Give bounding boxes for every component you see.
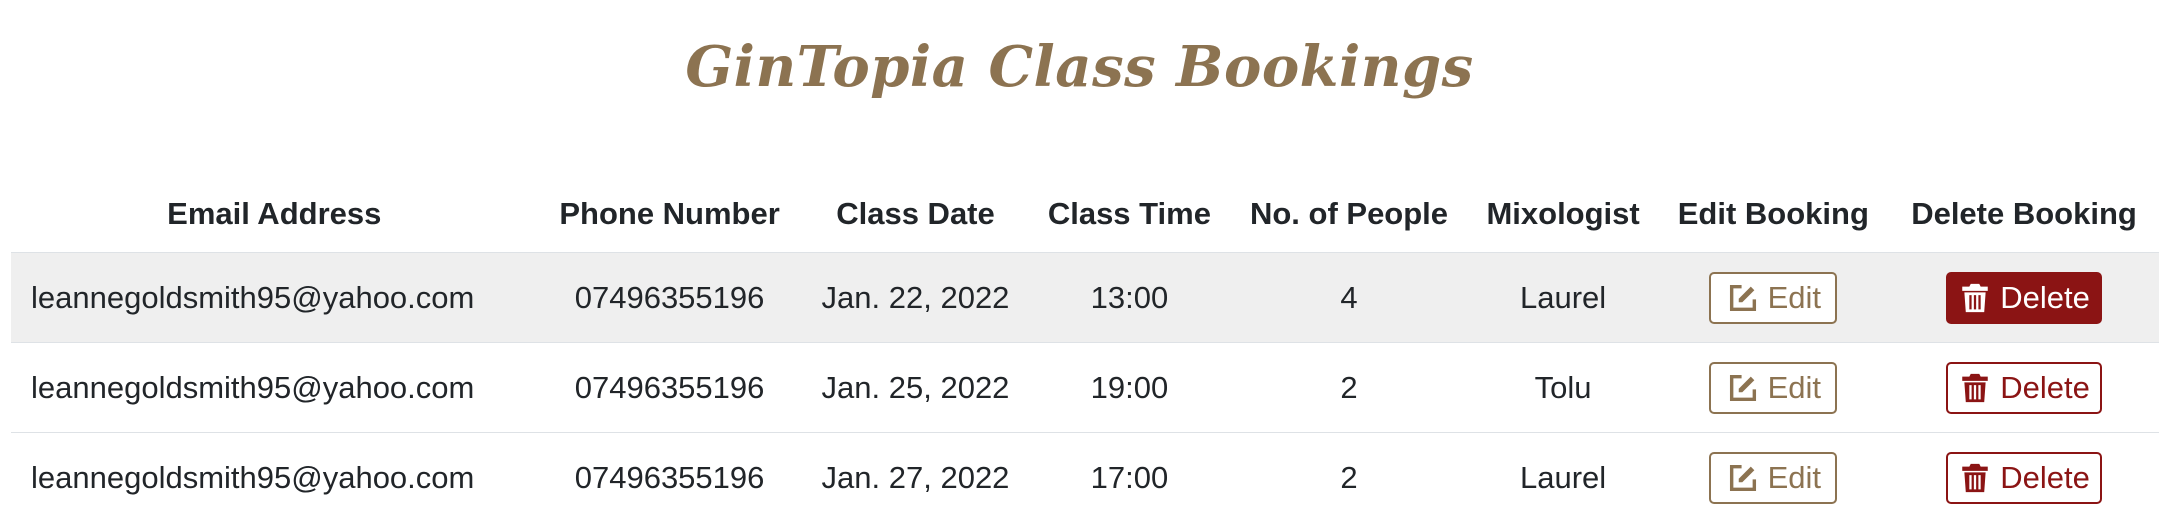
cell-class-time: 13:00 xyxy=(1029,253,1229,343)
header-edit-booking: Edit Booking xyxy=(1658,176,1889,253)
delete-button[interactable]: Delete xyxy=(1946,362,2102,414)
trash-icon xyxy=(1958,371,1992,405)
cell-phone: 07496355196 xyxy=(538,343,802,433)
cell-class-time: 17:00 xyxy=(1029,433,1229,522)
cell-edit: Edit xyxy=(1658,343,1889,433)
edit-button[interactable]: Edit xyxy=(1709,272,1837,324)
edit-icon xyxy=(1726,371,1760,405)
edit-label: Edit xyxy=(1768,370,1821,406)
trash-icon xyxy=(1958,281,1992,315)
table-header-row: Email Address Phone Number Class Date Cl… xyxy=(11,176,2159,253)
page-title: GinTopia Class Bookings xyxy=(0,34,2159,100)
cell-class-date: Jan. 27, 2022 xyxy=(802,433,1030,522)
edit-button[interactable]: Edit xyxy=(1709,362,1837,414)
header-people: No. of People xyxy=(1229,176,1468,253)
cell-class-time: 19:00 xyxy=(1029,343,1229,433)
cell-people: 2 xyxy=(1229,433,1468,522)
header-email: Email Address xyxy=(11,176,538,253)
header-delete-booking: Delete Booking xyxy=(1889,176,2159,253)
delete-label: Delete xyxy=(2000,370,2090,406)
table-row: leannegoldsmith95@yahoo.com 07496355196 … xyxy=(11,343,2159,433)
cell-edit: Edit xyxy=(1658,433,1889,522)
edit-label: Edit xyxy=(1768,460,1821,496)
delete-label: Delete xyxy=(2000,280,2090,316)
table-row: leannegoldsmith95@yahoo.com 07496355196 … xyxy=(11,253,2159,343)
cell-people: 4 xyxy=(1229,253,1468,343)
edit-label: Edit xyxy=(1768,280,1821,316)
header-class-date: Class Date xyxy=(802,176,1030,253)
cell-email: leannegoldsmith95@yahoo.com xyxy=(11,343,538,433)
header-phone: Phone Number xyxy=(538,176,802,253)
cell-class-date: Jan. 22, 2022 xyxy=(802,253,1030,343)
cell-delete: Delete xyxy=(1889,433,2159,522)
cell-phone: 07496355196 xyxy=(538,433,802,522)
header-class-time: Class Time xyxy=(1029,176,1229,253)
cell-mixologist: Laurel xyxy=(1469,253,1658,343)
table-row: leannegoldsmith95@yahoo.com 07496355196 … xyxy=(11,433,2159,522)
header-mixologist: Mixologist xyxy=(1469,176,1658,253)
cell-people: 2 xyxy=(1229,343,1468,433)
trash-icon xyxy=(1958,461,1992,495)
cell-mixologist: Tolu xyxy=(1469,343,1658,433)
cell-mixologist: Laurel xyxy=(1469,433,1658,522)
cell-email: leannegoldsmith95@yahoo.com xyxy=(11,253,538,343)
cell-delete: Delete xyxy=(1889,253,2159,343)
cell-delete: Delete xyxy=(1889,343,2159,433)
cell-edit: Edit xyxy=(1658,253,1889,343)
cell-class-date: Jan. 25, 2022 xyxy=(802,343,1030,433)
cell-email: leannegoldsmith95@yahoo.com xyxy=(11,433,538,522)
edit-icon xyxy=(1726,281,1760,315)
edit-icon xyxy=(1726,461,1760,495)
delete-button[interactable]: Delete xyxy=(1946,272,2102,324)
edit-button[interactable]: Edit xyxy=(1709,452,1837,504)
bookings-table: Email Address Phone Number Class Date Cl… xyxy=(11,176,2159,522)
delete-button[interactable]: Delete xyxy=(1946,452,2102,504)
delete-label: Delete xyxy=(2000,460,2090,496)
cell-phone: 07496355196 xyxy=(538,253,802,343)
